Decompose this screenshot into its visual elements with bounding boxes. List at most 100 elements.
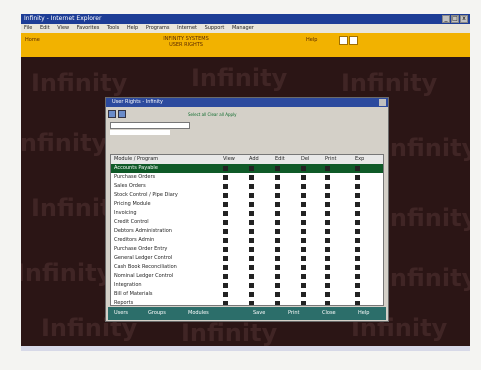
menu-item[interactable]: Programs [146,25,170,31]
home-link[interactable]: Home [25,37,40,43]
save-button[interactable]: Save [253,307,265,320]
permission-checkbox[interactable] [301,229,306,234]
permission-checkbox[interactable] [355,265,360,270]
permission-checkbox[interactable] [275,184,280,189]
permission-checkbox[interactable] [301,184,306,189]
table-row[interactable]: General Ledger Control [111,254,383,263]
permission-checkbox[interactable] [355,283,360,288]
permission-checkbox[interactable] [301,175,306,180]
permission-checkbox[interactable] [249,301,254,305]
menu-item[interactable]: Favorites [77,25,100,31]
toolbar-links[interactable]: Select all Clear all Apply [188,112,237,117]
permission-checkbox[interactable] [275,229,280,234]
user-select-input[interactable] [110,122,190,129]
permission-checkbox[interactable] [325,256,330,261]
permission-checkbox[interactable] [249,220,254,225]
table-row[interactable]: Nominal Ledger Control [111,272,383,281]
permission-checkbox[interactable] [355,274,360,279]
menu-item[interactable]: Help [127,25,138,31]
permission-checkbox[interactable] [275,247,280,252]
permission-checkbox[interactable] [223,301,228,305]
permission-checkbox[interactable] [301,202,306,207]
document-icon[interactable] [349,36,358,45]
permission-checkbox[interactable] [223,283,228,288]
permission-checkbox[interactable] [249,166,254,171]
permission-checkbox[interactable] [355,211,360,216]
table-row[interactable]: Debtors Administration [111,227,383,236]
menu-item[interactable]: Edit [40,25,50,31]
permission-checkbox[interactable] [325,274,330,279]
table-row[interactable]: Sales Orders [111,182,383,191]
permission-checkbox[interactable] [325,265,330,270]
permission-checkbox[interactable] [355,229,360,234]
permission-checkbox[interactable] [223,184,228,189]
permission-checkbox[interactable] [325,247,330,252]
permission-checkbox[interactable] [301,301,306,305]
permission-checkbox[interactable] [301,256,306,261]
permission-checkbox[interactable] [355,184,360,189]
menu-item[interactable]: File [24,25,32,31]
table-row[interactable]: Stock Control / Pipe Diary [111,191,383,200]
permission-checkbox[interactable] [223,292,228,297]
permission-checkbox[interactable] [249,247,254,252]
permission-checkbox[interactable] [275,283,280,288]
modules-button[interactable]: Modules [188,307,209,320]
permission-checkbox[interactable] [355,238,360,243]
permission-checkbox[interactable] [325,211,330,216]
table-row[interactable]: Bill of Materials [111,290,383,299]
menu-item[interactable]: Tools [107,25,119,31]
permission-checkbox[interactable] [325,220,330,225]
permission-checkbox[interactable] [275,202,280,207]
permission-checkbox[interactable] [249,238,254,243]
permission-checkbox[interactable] [275,166,280,171]
table-row[interactable]: Creditors Admin [111,236,383,245]
permission-checkbox[interactable] [301,292,306,297]
permission-checkbox[interactable] [275,301,280,305]
permission-checkbox[interactable] [325,202,330,207]
permission-checkbox[interactable] [275,211,280,216]
permission-checkbox[interactable] [249,283,254,288]
permission-checkbox[interactable] [355,166,360,171]
minimize-button[interactable]: _ [442,15,450,23]
permission-checkbox[interactable] [275,220,280,225]
menu-item[interactable]: View [57,25,69,31]
permission-checkbox[interactable] [355,301,360,305]
permission-checkbox[interactable] [325,283,330,288]
permission-checkbox[interactable] [325,292,330,297]
permission-checkbox[interactable] [275,238,280,243]
permission-checkbox[interactable] [325,184,330,189]
permission-checkbox[interactable] [325,301,330,305]
permission-checkbox[interactable] [223,274,228,279]
permission-checkbox[interactable] [355,256,360,261]
permission-checkbox[interactable] [355,220,360,225]
permission-checkbox[interactable] [355,193,360,198]
print-button[interactable]: Print [288,307,300,320]
permission-checkbox[interactable] [249,292,254,297]
permission-checkbox[interactable] [355,175,360,180]
permission-checkbox[interactable] [275,256,280,261]
permission-checkbox[interactable] [301,265,306,270]
permission-checkbox[interactable] [249,229,254,234]
permission-checkbox[interactable] [301,166,306,171]
maximize-button[interactable]: □ [451,15,459,23]
close-button[interactable]: x [460,15,468,23]
permission-checkbox[interactable] [301,283,306,288]
permission-checkbox[interactable] [249,265,254,270]
permission-checkbox[interactable] [325,229,330,234]
permission-checkbox[interactable] [223,238,228,243]
menu-item[interactable]: Manager [232,25,254,31]
permission-checkbox[interactable] [275,193,280,198]
back-icon[interactable] [108,110,116,118]
dialog-close-button[interactable] [379,99,386,106]
print-icon[interactable] [339,36,348,45]
permission-checkbox[interactable] [301,274,306,279]
permission-checkbox[interactable] [249,175,254,180]
permission-checkbox[interactable] [249,202,254,207]
permission-checkbox[interactable] [223,166,228,171]
users-button[interactable]: Users [114,307,128,320]
table-row[interactable]: Cash Book Reconciliation [111,263,383,272]
table-row[interactable]: Purchase Orders [111,173,383,182]
menu-item[interactable]: Internet [177,25,197,31]
permission-checkbox[interactable] [275,292,280,297]
permission-checkbox[interactable] [223,220,228,225]
